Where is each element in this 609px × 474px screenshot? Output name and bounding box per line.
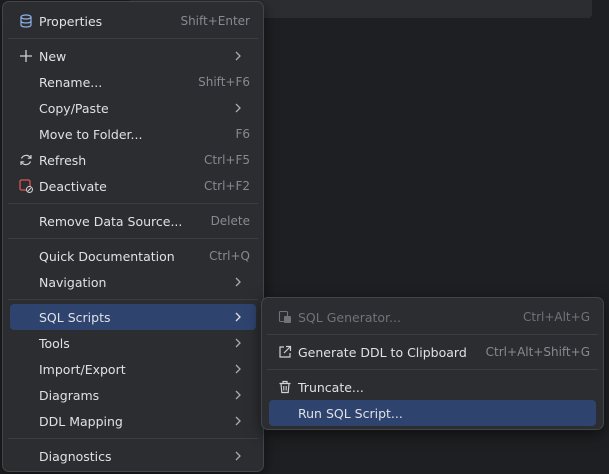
menu-item-deactivate[interactable]: Deactivate Ctrl+F2 <box>10 173 256 199</box>
sql-generator-icon <box>277 309 293 325</box>
menu-item-shortcut: Ctrl+F2 <box>204 179 250 193</box>
menu-separator <box>8 238 258 239</box>
menu-item-quick-documentation[interactable]: Quick Documentation Ctrl+Q <box>10 243 256 269</box>
trash-icon <box>277 379 293 395</box>
menu-item-label: Copy/Paste <box>39 100 109 116</box>
menu-item-sql-generator[interactable]: SQL Generator... Ctrl+Alt+G <box>269 304 596 330</box>
menu-item-rename[interactable]: Rename... Shift+F6 <box>10 69 256 95</box>
menu-item-shortcut: Shift+F6 <box>198 75 250 89</box>
export-arrow-icon <box>277 344 293 360</box>
menu-item-label: New <box>39 48 67 64</box>
chevron-right-icon <box>235 364 241 374</box>
menu-separator <box>8 203 258 204</box>
sql-scripts-submenu: SQL Generator... Ctrl+Alt+G Generate DDL… <box>261 297 604 430</box>
menu-item-diagnostics[interactable]: Diagnostics <box>10 443 256 469</box>
menu-item-sql-scripts[interactable]: SQL Scripts <box>10 304 256 330</box>
menu-item-shortcut: Delete <box>210 214 250 228</box>
chevron-right-icon <box>235 277 241 287</box>
menu-item-move-to-folder[interactable]: Move to Folder... F6 <box>10 121 256 147</box>
database-properties-icon <box>18 13 34 29</box>
menu-item-label: SQL Generator... <box>298 309 401 325</box>
menu-item-label: Rename... <box>39 74 103 90</box>
menu-item-truncate[interactable]: Truncate... <box>269 374 596 400</box>
menu-item-label: Move to Folder... <box>39 126 143 142</box>
context-menu: Properties Shift+Enter New Rename... Shi… <box>2 1 264 472</box>
menu-item-navigation[interactable]: Navigation <box>10 269 256 295</box>
menu-item-shortcut: Ctrl+Alt+G <box>522 310 590 324</box>
menu-item-label: Navigation <box>39 274 107 290</box>
menu-item-label: Quick Documentation <box>39 248 175 264</box>
menu-item-shortcut: Ctrl+Q <box>209 249 250 263</box>
chevron-right-icon <box>235 451 241 461</box>
menu-item-run-sql-script[interactable]: Run SQL Script... <box>269 400 596 426</box>
menu-item-shortcut: Shift+Enter <box>180 14 250 28</box>
menu-item-label: DDL Mapping <box>39 413 123 429</box>
menu-separator <box>8 299 258 300</box>
menu-item-label: Truncate... <box>298 379 364 395</box>
chevron-right-icon <box>235 338 241 348</box>
menu-separator <box>267 334 598 335</box>
menu-item-properties[interactable]: Properties Shift+Enter <box>10 8 256 34</box>
menu-item-label: Refresh <box>39 152 87 168</box>
chevron-right-icon <box>235 312 241 322</box>
chevron-right-icon <box>235 390 241 400</box>
plus-icon <box>18 48 34 64</box>
menu-item-generate-ddl[interactable]: Generate DDL to Clipboard Ctrl+Alt+Shift… <box>269 339 596 365</box>
menu-item-import-export[interactable]: Import/Export <box>10 356 256 382</box>
menu-item-shortcut: F6 <box>235 127 250 141</box>
menu-item-label: Tools <box>39 335 70 351</box>
chevron-right-icon <box>235 51 241 61</box>
menu-separator <box>267 369 598 370</box>
menu-item-diagrams[interactable]: Diagrams <box>10 382 256 408</box>
menu-item-tools[interactable]: Tools <box>10 330 256 356</box>
menu-item-shortcut: Ctrl+Alt+Shift+G <box>485 345 590 359</box>
menu-item-label: Remove Data Source... <box>39 213 183 229</box>
chevron-right-icon <box>235 103 241 113</box>
menu-item-label: Generate DDL to Clipboard <box>298 344 467 360</box>
menu-item-copy-paste[interactable]: Copy/Paste <box>10 95 256 121</box>
menu-item-remove-data-source[interactable]: Remove Data Source... Delete <box>10 208 256 234</box>
menu-item-label: Import/Export <box>39 361 126 377</box>
menu-separator <box>8 438 258 439</box>
menu-item-ddl-mapping[interactable]: DDL Mapping <box>10 408 256 434</box>
menu-item-label: Diagnostics <box>39 448 112 464</box>
menu-item-shortcut: Ctrl+F5 <box>204 153 250 167</box>
menu-item-label: Run SQL Script... <box>298 405 403 421</box>
menu-item-label: Properties <box>39 13 103 29</box>
menu-item-label: Diagrams <box>39 387 100 403</box>
menu-item-label: SQL Scripts <box>39 309 111 325</box>
menu-separator <box>8 38 258 39</box>
refresh-icon <box>18 152 34 168</box>
menu-item-label: Deactivate <box>39 178 107 194</box>
chevron-right-icon <box>235 416 241 426</box>
deactivate-icon <box>18 178 34 194</box>
menu-item-refresh[interactable]: Refresh Ctrl+F5 <box>10 147 256 173</box>
menu-item-new[interactable]: New <box>10 43 256 69</box>
